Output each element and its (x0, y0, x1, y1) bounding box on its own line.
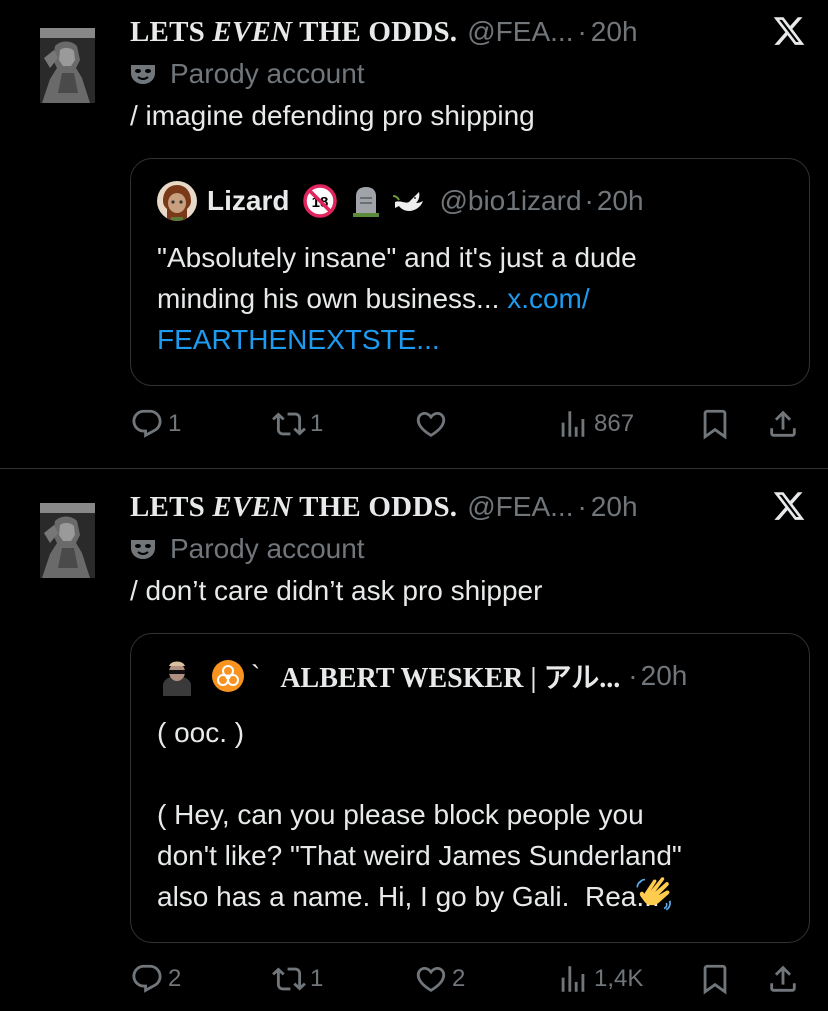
reply-count: 1 (168, 410, 182, 437)
reply-icon (132, 409, 162, 438)
separator-dot: · (577, 16, 587, 47)
author-name[interactable]: LETS EVEN THE ODDS. (130, 16, 457, 49)
parody-label: Parody account (170, 58, 365, 89)
quote-text: "Absolutely insane" and it's just a dude… (157, 237, 783, 360)
tweet-divider (0, 468, 828, 469)
quoted-tweet[interactable]: ` ALBERT WESKER | アル... · 20h ( ooc. ) (… (130, 633, 810, 943)
quote-author-name[interactable]: Lizard (207, 185, 289, 217)
waving-hand-icon (636, 877, 671, 911)
quote-author-avatar[interactable] (157, 181, 197, 221)
repost-button[interactable]: 1 (272, 959, 323, 999)
bookmark-button[interactable] (698, 959, 732, 999)
views-icon (561, 411, 585, 437)
like-count: 2 (452, 965, 466, 992)
tweet-text: / imagine defending pro shipping (130, 100, 535, 131)
parody-label: Parody account (170, 533, 365, 564)
bookmark-icon (703, 409, 727, 440)
views-icon (561, 966, 585, 992)
quote-author-name[interactable]: ALBERT WESKER | アル... (280, 656, 620, 696)
x-logo-icon (773, 17, 805, 45)
parody-badge: Parody account (130, 533, 365, 565)
quote-timestamp[interactable]: 20h (641, 660, 688, 692)
quote-link-line-1[interactable]: x.com/ (507, 283, 589, 314)
no-under-18-icon: 18 (303, 184, 338, 218)
separator-dot: · (577, 491, 587, 522)
quoted-tweet[interactable]: Lizard 18 @bio1izard · 20h "Absolutely i… (130, 158, 810, 386)
quote-timestamp[interactable]: 20h (597, 185, 644, 217)
tweet-text: / don’t care didn’t ask pro shipper (130, 575, 543, 606)
action-bar: 2 1 2 1,4K (130, 959, 808, 999)
heart-icon (416, 966, 446, 992)
repost-count: 1 (310, 410, 324, 437)
action-bar: 1 1 867 (130, 404, 808, 444)
share-icon (770, 410, 796, 437)
quote-link-line-2[interactable]: FEARTHENEXTSTE... (157, 324, 440, 355)
quote-text: ( ooc. ) ( Hey, can you please block peo… (157, 717, 682, 912)
reply-button[interactable]: 2 (130, 959, 181, 999)
reply-button[interactable]: 1 (130, 404, 181, 444)
author-avatar[interactable] (40, 28, 95, 103)
repost-icon (272, 967, 306, 991)
quote-author-handle[interactable]: @bio1izard (439, 185, 581, 217)
theater-mask-icon (131, 65, 155, 84)
timestamp[interactable]: 20h (591, 491, 638, 523)
share-icon (770, 965, 796, 992)
like-button[interactable]: 2 (414, 959, 465, 999)
author-handle[interactable]: @FEA... (467, 491, 573, 523)
reply-count: 2 (168, 965, 182, 992)
share-button[interactable] (766, 959, 800, 999)
x-logo-icon (773, 492, 805, 520)
tweet-header: LETS EVEN THE ODDS. @FEA... · 20h (130, 487, 638, 527)
repost-button[interactable]: 1 (272, 404, 323, 444)
bookmark-button[interactable] (698, 404, 732, 444)
quote-author-prefix: ` (251, 660, 261, 691)
tweet-1[interactable]: LETS EVEN THE ODDS. @FEA... · 20h Parody… (0, 0, 828, 468)
quote-author-avatar[interactable] (157, 656, 197, 696)
reply-icon (132, 964, 162, 993)
like-button[interactable] (414, 404, 452, 444)
theater-mask-icon (131, 540, 155, 559)
author-avatar[interactable] (40, 503, 95, 578)
dove-icon (393, 192, 424, 211)
separator-dot: · (584, 185, 594, 216)
quote-header: ` ALBERT WESKER | アル... · 20h (157, 656, 687, 696)
separator-dot: · (628, 660, 638, 691)
views-button[interactable]: 867 (556, 404, 634, 444)
author-name[interactable]: LETS EVEN THE ODDS. (130, 491, 457, 524)
headstone-icon (353, 187, 380, 217)
share-button[interactable] (766, 404, 800, 444)
timestamp[interactable]: 20h (591, 16, 638, 48)
author-handle[interactable]: @FEA... (467, 16, 573, 48)
views-count: 1,4K (594, 965, 644, 992)
repost-count: 1 (310, 965, 324, 992)
bookmark-icon (703, 964, 727, 995)
views-button[interactable]: 1,4K (556, 959, 643, 999)
tweet-header: LETS EVEN THE ODDS. @FEA... · 20h (130, 12, 638, 52)
quote-header: Lizard 18 @bio1izard · 20h (157, 181, 644, 221)
heart-icon (416, 411, 446, 437)
parody-badge: Parody account (130, 58, 365, 90)
views-count: 867 (594, 410, 635, 437)
biohazard-icon (212, 660, 244, 692)
tweet-2[interactable]: LETS EVEN THE ODDS. @FEA... · 20h Parody… (0, 475, 828, 1011)
repost-icon (272, 412, 306, 436)
